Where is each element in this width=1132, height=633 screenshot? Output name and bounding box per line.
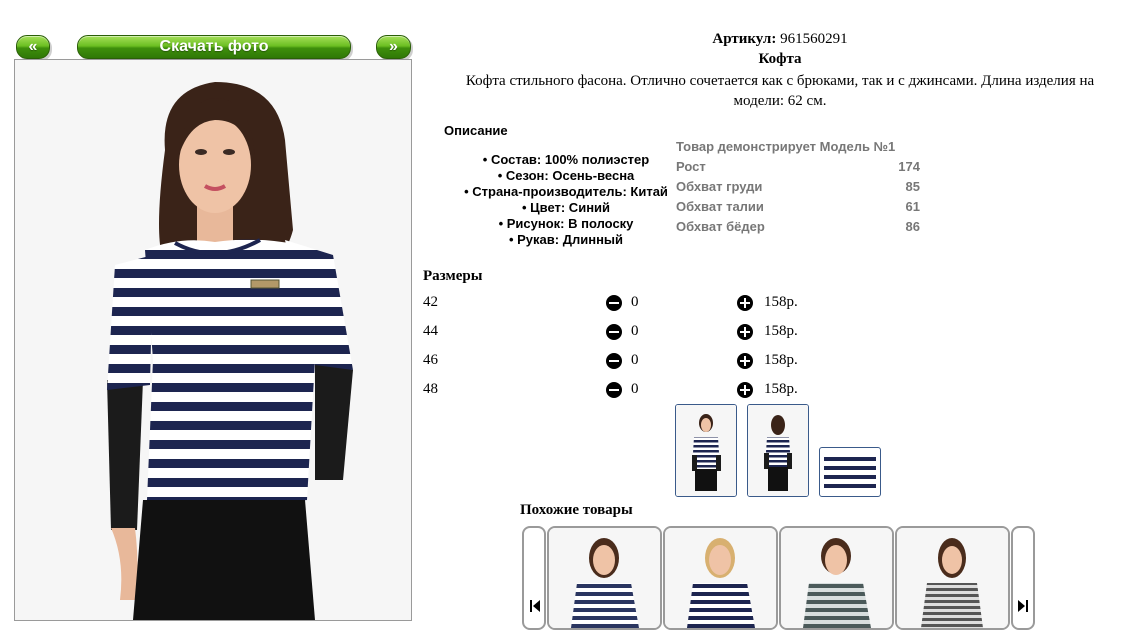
model-label: Обхват груди — [676, 179, 763, 194]
specs-list: Состав: 100% полиэстер Сезон: Осень-весн… — [446, 152, 686, 248]
photo-thumbnail[interactable] — [747, 404, 809, 497]
model-row: Обхват груди 85 — [676, 177, 926, 197]
download-photo-button[interactable]: Скачать фото — [77, 35, 351, 59]
spec-item: Страна-производитель: Китай — [446, 184, 686, 200]
size-label: 42 — [423, 294, 438, 310]
similar-next-button[interactable] — [1011, 526, 1035, 630]
similar-product-card[interactable] — [663, 526, 778, 630]
size-quantity: 0 — [631, 352, 639, 368]
size-row: 48 0 158р. — [423, 381, 823, 405]
main-product-photo — [14, 59, 412, 621]
specs-heading: Описание — [444, 123, 508, 138]
similar-product-card[interactable] — [779, 526, 894, 630]
model-value: 85 — [905, 179, 920, 194]
model-value: 174 — [898, 159, 920, 174]
spec-item: Рукав: Длинный — [446, 232, 686, 248]
sizes-heading: Размеры — [423, 268, 483, 284]
plus-icon[interactable] — [737, 295, 753, 311]
minus-icon[interactable] — [606, 353, 622, 369]
size-quantity: 0 — [631, 323, 639, 339]
prev-photo-button[interactable]: « — [16, 35, 50, 59]
model-heading: Товар демонстрирует Модель №1 — [676, 139, 896, 154]
article-label: Артикул: — [712, 31, 777, 47]
model-label: Обхват талии — [676, 199, 764, 214]
size-row: 44 0 158р. — [423, 323, 823, 347]
model-row: Рост 174 — [676, 157, 926, 177]
size-label: 44 — [423, 323, 438, 339]
plus-icon[interactable] — [737, 382, 753, 398]
article-value: 961560291 — [780, 31, 848, 47]
size-price: 158р. — [764, 323, 798, 339]
model-value: 86 — [905, 219, 920, 234]
similar-prev-button[interactable] — [522, 526, 546, 630]
photo-thumbnail[interactable] — [675, 404, 737, 497]
model-label: Рост — [676, 159, 706, 174]
product-name: Кофта — [758, 51, 802, 67]
next-photo-button[interactable]: » — [376, 35, 411, 59]
model-value: 61 — [905, 199, 920, 214]
photo-thumbnail[interactable] — [819, 447, 881, 497]
model-label: Обхват бёдер — [676, 219, 765, 234]
model-row: Обхват талии 61 — [676, 197, 926, 217]
plus-icon[interactable] — [737, 353, 753, 369]
spec-item: Рисунок: В полоску — [446, 216, 686, 232]
size-price: 158р. — [764, 352, 798, 368]
size-price: 158р. — [764, 294, 798, 310]
size-row: 42 0 158р. — [423, 294, 823, 318]
size-label: 48 — [423, 381, 438, 397]
size-quantity: 0 — [631, 381, 639, 397]
size-row: 46 0 158р. — [423, 352, 823, 376]
size-price: 158р. — [764, 381, 798, 397]
minus-icon[interactable] — [606, 295, 622, 311]
arrow-left-icon — [530, 600, 540, 612]
spec-item: Состав: 100% полиэстер — [446, 152, 686, 168]
spec-item: Цвет: Синий — [446, 200, 686, 216]
model-row: Обхват бёдер 86 — [676, 217, 926, 237]
spec-item: Сезон: Осень-весна — [446, 168, 686, 184]
minus-icon[interactable] — [606, 382, 622, 398]
similar-product-card[interactable] — [547, 526, 662, 630]
minus-icon[interactable] — [606, 324, 622, 340]
plus-icon[interactable] — [737, 324, 753, 340]
model-measurements: Товар демонстрирует Модель №1 Рост 174 О… — [676, 137, 926, 237]
size-quantity: 0 — [631, 294, 639, 310]
similar-product-card[interactable] — [895, 526, 1010, 630]
product-description: Кофта стильного фасона. Отлично сочетает… — [465, 73, 1095, 109]
size-label: 46 — [423, 352, 438, 368]
article-line: Артикул: 961560291 — [430, 31, 1130, 48]
similar-heading: Похожие товары — [520, 502, 633, 518]
arrow-right-icon — [1018, 600, 1028, 612]
